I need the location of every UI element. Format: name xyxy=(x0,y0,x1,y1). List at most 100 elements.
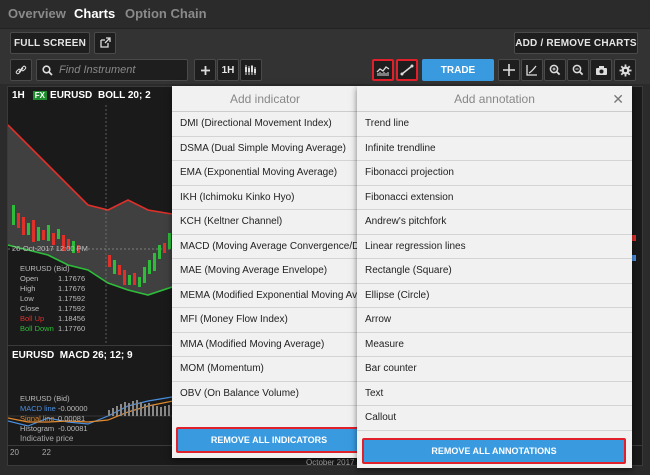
indicator-item[interactable]: DSMA (Dual Simple Moving Average) xyxy=(172,137,358,161)
candle xyxy=(27,223,30,235)
macd-panel[interactable]: EURUSD MACD 26; 12; 9 EURUSD (Bid) MACD … xyxy=(8,345,178,445)
remove-all-annotations-button[interactable]: REMOVE ALL ANNOTATIONS xyxy=(362,438,626,464)
annotation-item[interactable]: Callout xyxy=(357,406,632,431)
indicator-item[interactable]: MACD (Moving Average Convergence/Diverge… xyxy=(172,235,358,259)
axis-tick: 20 xyxy=(10,448,19,457)
candle xyxy=(42,230,45,240)
macd-legend-row: Histogram -0.00081 xyxy=(20,424,88,433)
legend-row: Boll Up 1.18456 xyxy=(20,314,86,323)
annotation-item[interactable]: Infinite trendline xyxy=(357,137,632,161)
axis-button[interactable] xyxy=(521,59,543,81)
price-marker xyxy=(632,255,636,261)
annotation-panel-title: Add annotation ✕ xyxy=(357,86,632,112)
candle xyxy=(17,213,20,228)
zoom-reset-button[interactable] xyxy=(567,59,589,81)
crosshair-date: 26-Oct-2017 12:00 PM xyxy=(12,244,88,253)
crosshair-icon xyxy=(503,64,515,76)
indicator-item[interactable]: MMA (Modified Moving Average) xyxy=(172,333,358,357)
candle xyxy=(158,245,161,259)
indicator-item[interactable]: EMA (Exponential Moving Average) xyxy=(172,161,358,186)
close-icon[interactable]: ✕ xyxy=(612,86,624,112)
indicator-item[interactable]: DMI (Directional Movement Index) xyxy=(172,112,358,137)
trade-button[interactable]: TRADE xyxy=(422,59,494,81)
settings-button[interactable] xyxy=(614,59,636,81)
annotation-item[interactable]: Fibonacci projection xyxy=(357,161,632,186)
chart-header: 1H FX EURUSD BOLL 20; 2 xyxy=(8,87,178,105)
zoom-in-button[interactable] xyxy=(544,59,566,81)
crosshair-button[interactable] xyxy=(498,59,520,81)
annotation-item[interactable]: Measure xyxy=(357,333,632,357)
annotation-item[interactable]: Linear regression lines xyxy=(357,235,632,259)
full-screen-button[interactable]: FULL SCREEN xyxy=(10,32,90,54)
axis-month: October 2017 xyxy=(306,458,355,466)
link-button[interactable] xyxy=(10,59,32,81)
candlestick-icon xyxy=(245,65,256,75)
annotation-item[interactable]: Fibonacci extension xyxy=(357,186,632,210)
annotation-item[interactable]: Ellipse (Circle) xyxy=(357,284,632,308)
legend-title: EURUSD (Bid) xyxy=(20,264,70,273)
chart-instrument: EURUSD xyxy=(50,90,93,101)
camera-icon xyxy=(595,65,607,75)
legend-row: Low 1.17592 xyxy=(20,294,86,303)
legend-row: Boll Down 1.17760 xyxy=(20,324,86,333)
snapshot-button[interactable] xyxy=(590,59,612,81)
macd-legend-title: EURUSD (Bid) xyxy=(20,394,70,403)
price-legend: EURUSD (Bid) Open 1.17676 High 1.17676 Low… xyxy=(20,264,85,334)
indicator-item[interactable]: IKH (Ichimoku Kinko Hyo) xyxy=(172,186,358,210)
indicator-list: DMI (Directional Movement Index) DSMA (Du… xyxy=(172,112,358,406)
tab-charts[interactable]: Charts xyxy=(74,6,115,21)
gear-icon xyxy=(619,64,631,76)
zoom-in-icon xyxy=(549,64,561,76)
candle xyxy=(22,217,25,235)
annotation-item[interactable]: Text xyxy=(357,382,632,406)
candle xyxy=(37,227,40,241)
tab-overview[interactable]: Overview xyxy=(8,6,66,21)
popout-button[interactable] xyxy=(94,32,116,54)
candle xyxy=(148,260,151,274)
candle xyxy=(168,233,171,249)
add-remove-charts-button[interactable]: ADD / REMOVE CHARTS xyxy=(514,32,638,54)
legend-row: High 1.17676 xyxy=(20,284,86,293)
annotation-item[interactable]: Rectangle (Square) xyxy=(357,259,632,284)
annotation-item[interactable]: Bar counter xyxy=(357,357,632,382)
indicator-panel-title: Add indicator xyxy=(172,86,358,112)
indicator-item[interactable]: MEMA (Modified Exponential Moving Averag… xyxy=(172,284,358,308)
chart-toolbar-top: FULL SCREEN ADD / REMOVE CHARTS xyxy=(0,28,650,56)
annotation-item[interactable]: Arrow xyxy=(357,308,632,333)
candle xyxy=(47,225,50,241)
candle xyxy=(12,205,15,225)
candle xyxy=(57,229,60,239)
chart-toolbar: Find Instrument 1H TRADE xyxy=(0,56,650,84)
axis-tick: 22 xyxy=(42,448,51,457)
macd-legend-row: Signal line 0.00081 xyxy=(20,414,86,423)
indicator-item[interactable]: KCH (Keltner Channel) xyxy=(172,210,358,235)
annotation-item[interactable]: Andrew's pitchfork xyxy=(357,210,632,235)
indicator-item[interactable]: MFI (Money Flow Index) xyxy=(172,308,358,333)
search-icon xyxy=(42,65,53,76)
candle xyxy=(153,253,156,271)
axis-curve-icon xyxy=(526,65,537,76)
trendline-icon xyxy=(400,64,414,76)
macd-title: EURUSD MACD 26; 12; 9 xyxy=(12,350,133,361)
search-input[interactable]: Find Instrument xyxy=(36,59,188,81)
remove-all-indicators-button[interactable]: REMOVE ALL INDICATORS xyxy=(176,427,362,453)
zoom-out-icon xyxy=(572,64,584,76)
candle xyxy=(32,220,35,242)
indicator-item[interactable]: MOM (Momentum) xyxy=(172,357,358,382)
macd-legend-row: MACD line -0.00000 xyxy=(20,404,88,413)
candle xyxy=(138,277,141,287)
annotation-item[interactable]: Trend line xyxy=(357,112,632,137)
interval-button[interactable]: 1H xyxy=(217,59,239,81)
indicator-chart-icon xyxy=(376,66,390,76)
indicator-item[interactable]: OBV (On Balance Volume) xyxy=(172,382,358,406)
add-annotation-button[interactable] xyxy=(396,59,418,81)
legend-row: Open 1.17676 xyxy=(20,274,86,283)
top-tabs: Overview Charts Option Chain xyxy=(0,0,650,28)
candle xyxy=(113,260,116,274)
indicator-item[interactable]: MAE (Moving Average Envelope) xyxy=(172,259,358,284)
add-indicator-button[interactable] xyxy=(372,59,394,81)
candle xyxy=(108,255,111,267)
tab-option-chain[interactable]: Option Chain xyxy=(125,6,207,21)
chart-type-button[interactable] xyxy=(240,59,262,81)
add-chart-button[interactable] xyxy=(194,59,216,81)
